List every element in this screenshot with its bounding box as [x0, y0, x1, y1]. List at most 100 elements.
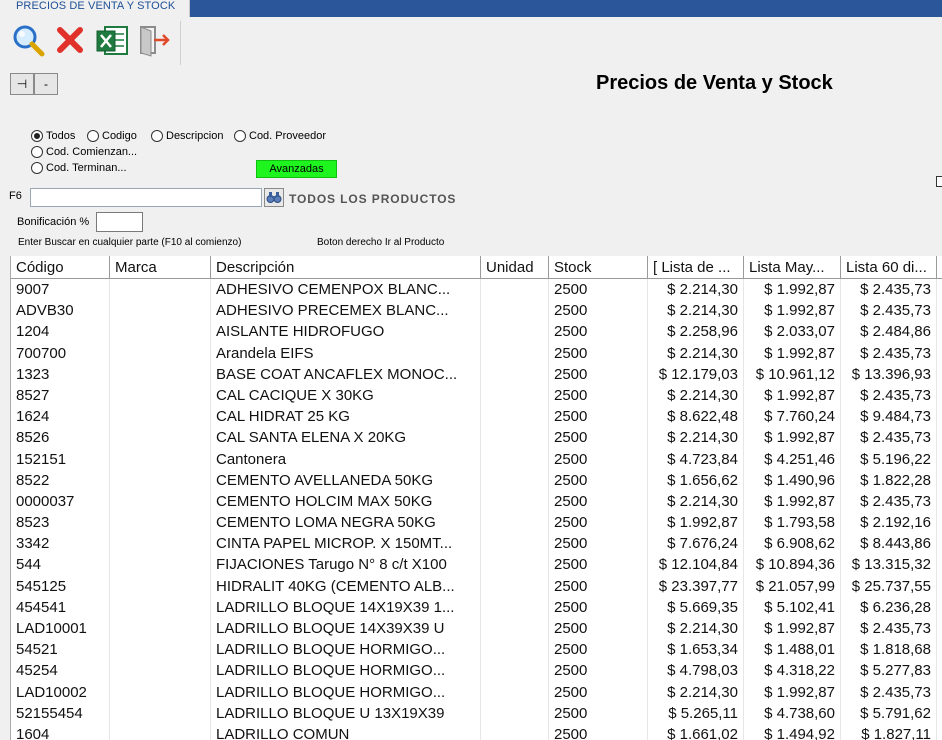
table-row[interactable]: 1604 LADRILLO COMUN 2500 $ 1.661,02 $ 1.494,…: [11, 723, 942, 740]
table-row[interactable]: LAD10001 LADRILLO BLOQUE 14X39X39 U 2500 $ …: [11, 618, 942, 640]
cell-stock: 2500: [549, 533, 648, 555]
cell-unidad: [481, 321, 549, 343]
cell-codigo: 0000037: [11, 490, 110, 513]
cell-marca: [110, 427, 211, 449]
cell-lista-60-dias: $ 5.791,62: [841, 702, 937, 724]
cell-codigo: LAD10001: [11, 618, 110, 640]
radio-codigo[interactable]: Codigo: [87, 129, 137, 143]
radio-label: Descripcion: [166, 130, 224, 142]
cell-stock: 2500: [549, 702, 648, 724]
cell-descripcion: LADRILLO BLOQUE HORMIGO...: [211, 681, 481, 703]
cell-lista-mayorista: $ 1.793,58: [744, 512, 841, 534]
cell-lista-de: $ 1.661,02: [648, 723, 744, 740]
cell-lista-mayorista: $ 1.992,87: [744, 384, 841, 407]
cell-stock: 2500: [549, 406, 648, 428]
cell-unidad: [481, 300, 549, 322]
excel-icon: [96, 26, 128, 55]
cell-lista-de: $ 2.214,30: [648, 618, 744, 640]
cell-marca: [110, 363, 211, 385]
search-input[interactable]: [30, 188, 262, 207]
table-row[interactable]: 1624 CAL HIDRAT 25 KG 2500 $ 8.622,48 $ 7.76…: [11, 406, 942, 428]
table-row[interactable]: 152151 Cantonera 2500 $ 4.723,84 $ 4.251,46 $…: [11, 448, 942, 470]
bonificacion-input[interactable]: [96, 212, 143, 232]
exit-icon: [140, 26, 170, 57]
table-row[interactable]: 8523 CEMENTO LOMA NEGRA 50KG 2500 $ 1.992,8…: [11, 512, 942, 534]
delete-button[interactable]: [52, 22, 88, 58]
header-col-stock[interactable]: Stock: [549, 256, 648, 279]
cell-lista-60-dias: $ 2.435,73: [841, 279, 937, 301]
search-input-button[interactable]: [264, 188, 284, 207]
cell-descripcion: HIDRALIT 40KG (CEMENTO ALB...: [211, 575, 481, 597]
cell-lista-60-dias: $ 2.435,73: [841, 342, 937, 364]
table-row[interactable]: 1204 AISLANTE HIDROFUGO 2500 $ 2.258,96 $ 2.…: [11, 321, 942, 343]
cell-lista-60-dias: $ 8.443,86: [841, 533, 937, 555]
cell-codigo: 700700: [11, 342, 110, 364]
cell-unidad: [481, 533, 549, 555]
radio-cod-comienzan[interactable]: Cod. Comienzan...: [31, 145, 137, 159]
table-row[interactable]: 3342 CINTA PAPEL MICROP. X 150MT... 2500 $ …: [11, 533, 942, 555]
cell-codigo: 1204: [11, 321, 110, 343]
table-row[interactable]: 8522 CEMENTO AVELLANEDA 50KG 2500 $ 1.656,6…: [11, 469, 942, 491]
radio-descripcion[interactable]: Descripcion: [151, 129, 223, 143]
cell-unidad: [481, 363, 549, 385]
advanced-button[interactable]: Avanzadas: [256, 160, 337, 178]
products-grid[interactable]: Código Marca Descripción Unidad Stock[ Lista…: [10, 256, 942, 740]
cell-descripcion: CAL CACIQUE X 30KG: [211, 384, 481, 407]
header-col-codigo[interactable]: Código: [11, 256, 110, 279]
table-row[interactable]: 8527 CAL CACIQUE X 30KG 2500 $ 2.214,30 $ 1.…: [11, 384, 942, 407]
header-col-unidad[interactable]: Unidad: [481, 256, 549, 279]
cell-descripcion: ADHESIVO CEMENPOX BLANC...: [211, 279, 481, 301]
header-col-marca[interactable]: Marca: [110, 256, 211, 279]
radio-cod-terminan[interactable]: Cod. Terminan...: [31, 161, 127, 175]
table-row[interactable]: 544 FIJACIONES Tarugo N° 8 c/t X100 2500 $ …: [11, 554, 942, 576]
cell-codigo: 8526: [11, 427, 110, 449]
close-icon: [57, 27, 83, 53]
header-col-lista-de[interactable]: [ Lista de ...: [648, 256, 744, 279]
exit-button[interactable]: [136, 22, 172, 58]
header-col-descripcion[interactable]: Descripción: [211, 256, 481, 279]
tab-precios-venta-stock[interactable]: PRECIOS DE VENTA Y STOCK: [0, 0, 191, 17]
export-excel-button[interactable]: [94, 22, 130, 58]
cell-unidad: [481, 427, 549, 449]
cell-lista-60-dias: $ 2.435,73: [841, 427, 937, 449]
cell-lista-mayorista: $ 1.488,01: [744, 639, 841, 661]
radio-cod-proveedor[interactable]: Cod. Proveedor: [234, 129, 326, 143]
cell-unidad: [481, 342, 549, 364]
cell-lista-de: $ 2.258,96: [648, 321, 744, 343]
edge-checkbox[interactable]: [936, 176, 942, 187]
header-col-lista-mayorista[interactable]: Lista May...: [744, 256, 841, 279]
cell-lista-de: $ 4.798,03: [648, 660, 744, 682]
cell-descripcion: AISLANTE HIDROFUGO: [211, 321, 481, 343]
table-row[interactable]: 54521 LADRILLO BLOQUE HORMIGO... 2500 $ 1.6…: [11, 639, 942, 661]
cell-lista-mayorista: $ 4.738,60: [744, 702, 841, 724]
table-row[interactable]: 52155454 LADRILLO BLOQUE U 13X19X39 2500 $ …: [11, 702, 942, 724]
table-row[interactable]: 0000037 CEMENTO HOLCIM MAX 50KG 2500 $ 2.21…: [11, 490, 942, 513]
cell-lista-de: $ 1.656,62: [648, 469, 744, 491]
cell-descripcion: LADRILLO BLOQUE HORMIGO...: [211, 639, 481, 661]
cell-stock: 2500: [549, 321, 648, 343]
collapse-button[interactable]: -: [34, 73, 58, 95]
cell-codigo: 8523: [11, 512, 110, 534]
table-row[interactable]: 545125 HIDRALIT 40KG (CEMENTO ALB... 2500 $…: [11, 575, 942, 597]
cell-lista-mayorista: $ 1.992,87: [744, 427, 841, 449]
header-col-lista-60-dias[interactable]: Lista 60 di...: [841, 256, 937, 279]
cell-lista-de: $ 2.214,30: [648, 681, 744, 703]
radio-dot-selected: [31, 130, 43, 142]
table-row[interactable]: ADVB30 ADHESIVO PRECEMEX BLANC... 2500 $ 2.…: [11, 300, 942, 322]
table-row[interactable]: 700700 Arandela EIFS 2500 $ 2.214,30 $ 1.992…: [11, 342, 942, 364]
table-row[interactable]: LAD10002 LADRILLO BLOQUE HORMIGO... 2500 $ …: [11, 681, 942, 703]
cell-stock: 2500: [549, 660, 648, 682]
table-row[interactable]: 454541 LADRILLO BLOQUE 14X19X39 1... 2500 $…: [11, 596, 942, 618]
table-row[interactable]: 9007 ADHESIVO CEMENPOX BLANC... 2500 $ 2.21…: [11, 279, 942, 301]
f6-label: F6: [9, 190, 22, 202]
cell-lista-60-dias: $ 6.236,28: [841, 596, 937, 618]
table-row[interactable]: 8526 CAL SANTA ELENA X 20KG 2500 $ 2.214,30…: [11, 427, 942, 449]
table-row[interactable]: 1323 BASE COAT ANCAFLEX MONOC... 2500 $ 12.…: [11, 363, 942, 385]
cell-codigo: 8527: [11, 384, 110, 407]
pin-button[interactable]: ⊣: [10, 73, 34, 95]
radio-todos[interactable]: Todos: [31, 129, 75, 143]
table-row[interactable]: 45254 LADRILLO BLOQUE HORMIGO... 2500 $ 4.7…: [11, 660, 942, 682]
radio-label: Todos: [46, 130, 76, 142]
cell-lista-de: $ 12.179,03: [648, 363, 744, 385]
search-button[interactable]: [10, 22, 46, 58]
